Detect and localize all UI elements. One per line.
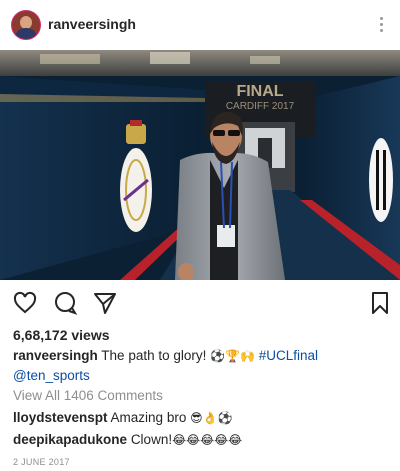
comment-icon[interactable]	[53, 291, 78, 315]
bookmark-icon[interactable]	[368, 291, 392, 315]
sign-cardiff-text: CARDIFF 2017	[226, 101, 295, 112]
comment-username[interactable]: deepikapadukone	[13, 432, 127, 447]
comment-emoji: 😂😂😂😂😂	[172, 433, 243, 447]
comment-item: deepikapadukone Clown!😂😂😂😂😂	[13, 432, 242, 447]
comment-text: Clown!	[130, 432, 173, 447]
views-count[interactable]: 6,68,172 views	[13, 327, 110, 343]
caption-emoji: ⚽🏆🙌	[210, 349, 255, 363]
heart-icon[interactable]	[13, 291, 37, 315]
caption-username[interactable]: ranveersingh	[13, 348, 98, 363]
post-date: 2 JUNE 2017	[13, 457, 70, 467]
sign-final-text: FINAL	[236, 83, 283, 100]
post-header: ranveersingh	[0, 0, 400, 50]
user-avatar[interactable]	[11, 10, 41, 40]
juventus-crest	[369, 138, 393, 222]
post-username[interactable]: ranveersingh	[48, 16, 136, 32]
avatar-body	[15, 28, 37, 39]
comment-text: Amazing bro	[110, 410, 191, 425]
comment-item: lloydstevenspt Amazing bro 😎👌⚽	[13, 410, 233, 425]
caption-hashtag[interactable]: #UCLfinal	[259, 348, 318, 363]
post-video[interactable]: FINAL CARDIFF 2017	[0, 50, 400, 280]
caption-text: The path to glory!	[97, 348, 211, 363]
comment-username[interactable]: lloydstevenspt	[13, 410, 108, 425]
post-actions	[0, 282, 400, 322]
share-icon[interactable]	[93, 291, 117, 315]
more-options-icon[interactable]	[374, 15, 388, 35]
caption-mention[interactable]: @ten_sports	[13, 368, 90, 383]
comment-emoji: 😎👌⚽	[190, 411, 233, 425]
tunnel-scene: FINAL CARDIFF 2017	[0, 50, 400, 280]
post-caption: ranveersingh The path to glory! ⚽🏆🙌 #UCL…	[13, 346, 393, 385]
view-all-comments-link[interactable]: View All 1406 Comments	[13, 388, 163, 403]
